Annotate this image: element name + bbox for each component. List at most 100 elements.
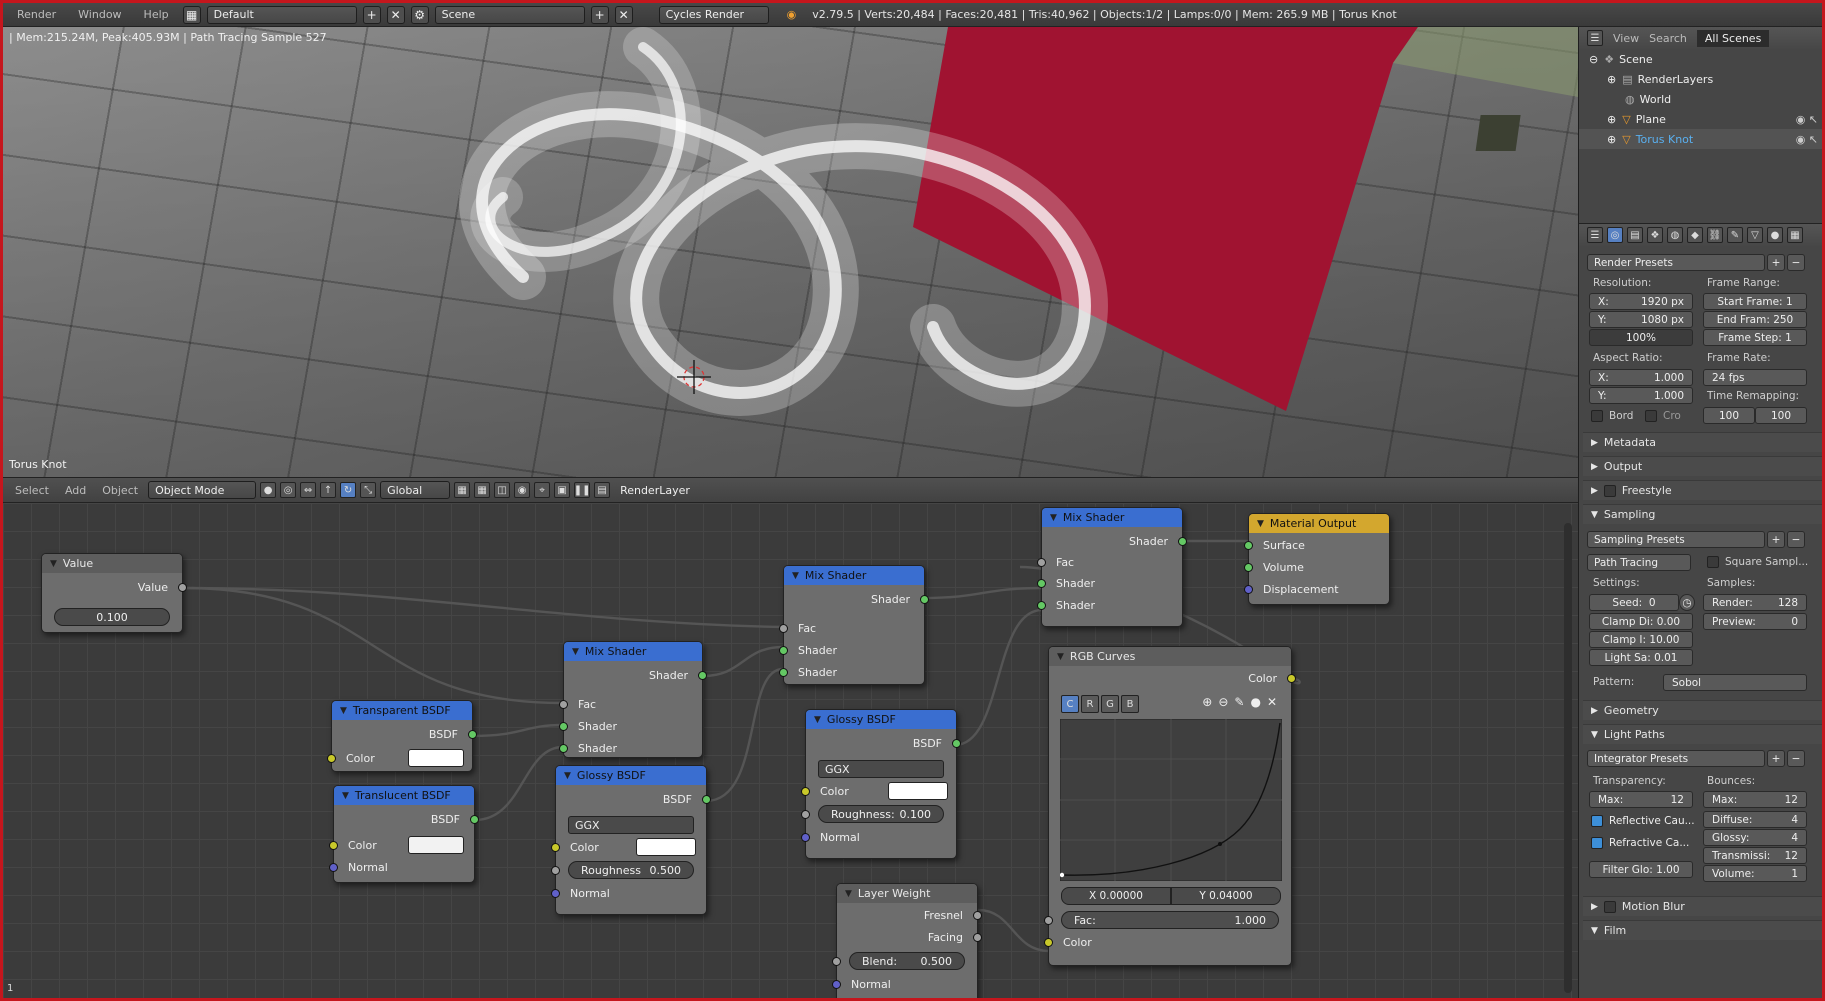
layout-grid-icon[interactable]: ▦ — [182, 5, 201, 24]
zoom-in-icon[interactable]: ⊕ — [1202, 695, 1212, 709]
transparency-max-field[interactable]: Max: 12 — [1589, 791, 1693, 808]
editor-type-icon[interactable]: ☰ — [1587, 30, 1603, 46]
output-socket[interactable] — [1287, 674, 1296, 683]
scene-dropdown[interactable]: Scene — [434, 5, 585, 24]
integrator-dropdown[interactable]: Path Tracing — [1587, 554, 1691, 571]
panel-film[interactable]: ▼ Film — [1583, 920, 1822, 940]
expand-icon[interactable]: ⊖ — [1589, 53, 1598, 66]
glossy-bsdf-node-2[interactable]: ▼ Glossy BSDF BSDF GGX Color Roughness: 0.… — [801, 709, 961, 859]
expand-icon[interactable]: ⊕ — [1607, 73, 1616, 86]
render-tab-icon[interactable]: ◎ — [1607, 227, 1623, 243]
dot-icon[interactable]: ● — [1250, 695, 1260, 709]
remove-layout-icon[interactable]: ✕ — [386, 5, 405, 24]
input-socket[interactable] — [1244, 541, 1253, 550]
glossy-bsdf-node-1[interactable]: ▼ Glossy BSDF BSDF GGX Color Roughness 0.5… — [551, 765, 711, 915]
node-editor[interactable]: ▼ Value Value 0.100 ▼ Mix Shader Shader Fa… — [3, 503, 1578, 998]
checkbox-icon[interactable] — [1645, 410, 1657, 422]
roughness-field[interactable]: Roughness: 0.100 — [818, 805, 944, 823]
refractive-caustics-checkbox[interactable]: Refractive Ca... — [1591, 837, 1689, 849]
manipulator-icon[interactable]: ⇔ — [300, 482, 317, 498]
checkbox-icon[interactable] — [1591, 815, 1603, 827]
resolution-y-field[interactable]: Y: 1080 px — [1589, 311, 1693, 328]
render-engine-dropdown[interactable]: Cycles Render — [658, 5, 769, 24]
volume-bounces-field[interactable]: Volume: 1 — [1703, 865, 1807, 882]
input-socket[interactable] — [559, 700, 568, 709]
input-socket[interactable] — [832, 957, 841, 966]
input-socket[interactable] — [551, 866, 560, 875]
menu-window[interactable]: Window — [70, 8, 129, 21]
input-socket[interactable] — [779, 624, 788, 633]
resolution-x-field[interactable]: X: 1920 px — [1589, 293, 1693, 310]
frame-step-field[interactable]: Frame Step: 1 — [1703, 329, 1807, 346]
outliner-item-torus-knot[interactable]: ⊕ ▽ Torus Knot ◉ ↖ — [1579, 129, 1822, 149]
remove-integrator-preset-button[interactable]: − — [1787, 750, 1805, 767]
outliner-tab-search[interactable]: Search — [1649, 32, 1687, 45]
end-frame-field[interactable]: End Fram: 250 — [1703, 311, 1807, 328]
checkbox-icon[interactable] — [1591, 837, 1603, 849]
square-samples-checkbox[interactable]: Square Sampl... — [1707, 556, 1808, 568]
remap-old-field[interactable]: 100 — [1703, 407, 1755, 424]
mix-shader-node-1[interactable]: ▼ Mix Shader Shader Fac Shader Shader — [559, 641, 707, 758]
mix-shader-node-3[interactable]: ▼ Mix Shader Shader Fac Shader Shader — [1037, 507, 1187, 627]
constraints-tab-icon[interactable]: ⛓ — [1707, 227, 1723, 243]
curve-point-y[interactable]: Y 0.04000 — [1171, 887, 1281, 905]
remove-scene-icon[interactable]: ✕ — [614, 5, 633, 24]
animated-seed-icon[interactable]: ◷ — [1679, 594, 1695, 611]
visibility-eye-icon[interactable]: ◉ ↖ — [1796, 133, 1818, 146]
add-layout-icon[interactable]: + — [362, 5, 381, 24]
output-socket[interactable] — [698, 671, 707, 680]
resolution-percentage-slider[interactable]: 100% — [1589, 329, 1693, 346]
checkbox-icon[interactable] — [1603, 484, 1616, 497]
input-socket[interactable] — [1244, 585, 1253, 594]
pivot-icon[interactable]: ◎ — [280, 482, 297, 498]
lock-icon[interactable]: ◫ — [494, 482, 511, 498]
transmission-bounces-field[interactable]: Transmissi: 12 — [1703, 847, 1807, 864]
light-sampling-threshold-field[interactable]: Light Sa: 0.01 — [1589, 649, 1693, 666]
wrench-icon[interactable]: ✎ — [1234, 695, 1244, 709]
render-presets-dropdown[interactable]: Render Presets — [1587, 254, 1765, 271]
distribution-dropdown[interactable]: GGX — [568, 816, 694, 834]
scene-icon[interactable]: ⚙ — [410, 5, 429, 24]
orientation-dropdown[interactable]: Global — [380, 481, 451, 499]
rgb-curves-node[interactable]: ▼ RGB Curves Color C R G B ⊕ ⊖ ✎ ● ✕ X 0… — [1044, 646, 1296, 966]
remove-sampling-preset-button[interactable]: − — [1787, 531, 1805, 548]
expand-icon[interactable]: ⊕ — [1607, 113, 1616, 126]
render-samples-field[interactable]: Render: 128 — [1703, 594, 1807, 611]
material-output-node[interactable]: ▼ Material Output Surface Volume Displace… — [1244, 513, 1390, 605]
expand-icon[interactable]: ⊕ — [1607, 133, 1616, 146]
pause-icon[interactable]: ❚❚ — [574, 482, 590, 498]
channel-c-tab[interactable]: C — [1061, 695, 1079, 713]
rotate-icon[interactable]: ↻ — [340, 482, 357, 498]
menu-add[interactable]: Add — [59, 484, 92, 497]
output-socket[interactable] — [178, 583, 187, 592]
input-socket[interactable] — [329, 841, 338, 850]
distribution-dropdown[interactable]: GGX — [818, 760, 944, 778]
input-socket[interactable] — [551, 889, 560, 898]
layer-weight-node[interactable]: ▼ Layer Weight Fresnel Facing Blend: 0.500… — [832, 883, 982, 998]
output-socket[interactable] — [973, 911, 982, 920]
outliner-tab-all-scenes[interactable]: All Scenes — [1696, 29, 1770, 47]
node-scrollbar[interactable] — [1564, 523, 1572, 993]
value-field[interactable]: 0.100 — [54, 608, 170, 626]
outliner-item-scene[interactable]: ⊖ ❖ Scene — [1579, 49, 1822, 69]
fps-dropdown[interactable]: 24 fps — [1703, 369, 1807, 386]
render-layers-tab-icon[interactable]: ▤ — [1627, 227, 1643, 243]
preview-samples-field[interactable]: Preview: 0 — [1703, 613, 1807, 630]
outliner-item-world[interactable]: ◍ World — [1579, 89, 1822, 109]
panel-light-paths[interactable]: ▼ Light Paths — [1583, 724, 1822, 744]
input-socket[interactable] — [559, 722, 568, 731]
filter-glossy-field[interactable]: Filter Glo: 1.00 — [1589, 861, 1693, 878]
remove-preset-button[interactable]: − — [1787, 254, 1805, 271]
sampling-presets-dropdown[interactable]: Sampling Presets — [1587, 531, 1765, 548]
color-swatch[interactable] — [408, 749, 464, 767]
texture-tab-icon[interactable]: ▦ — [1787, 227, 1803, 243]
menu-render[interactable]: Render — [9, 8, 64, 21]
channel-g-tab[interactable]: G — [1101, 695, 1119, 713]
mix-shader-node-2[interactable]: ▼ Mix Shader Shader Fac Shader Shader — [779, 565, 929, 685]
output-socket[interactable] — [1178, 537, 1187, 546]
integrator-presets-dropdown[interactable]: Integrator Presets — [1587, 750, 1765, 767]
panel-output[interactable]: ▶ Output — [1583, 456, 1822, 476]
add-integrator-preset-button[interactable]: + — [1767, 750, 1785, 767]
panel-geometry[interactable]: ▶ Geometry — [1583, 700, 1822, 720]
input-socket[interactable] — [551, 843, 560, 852]
